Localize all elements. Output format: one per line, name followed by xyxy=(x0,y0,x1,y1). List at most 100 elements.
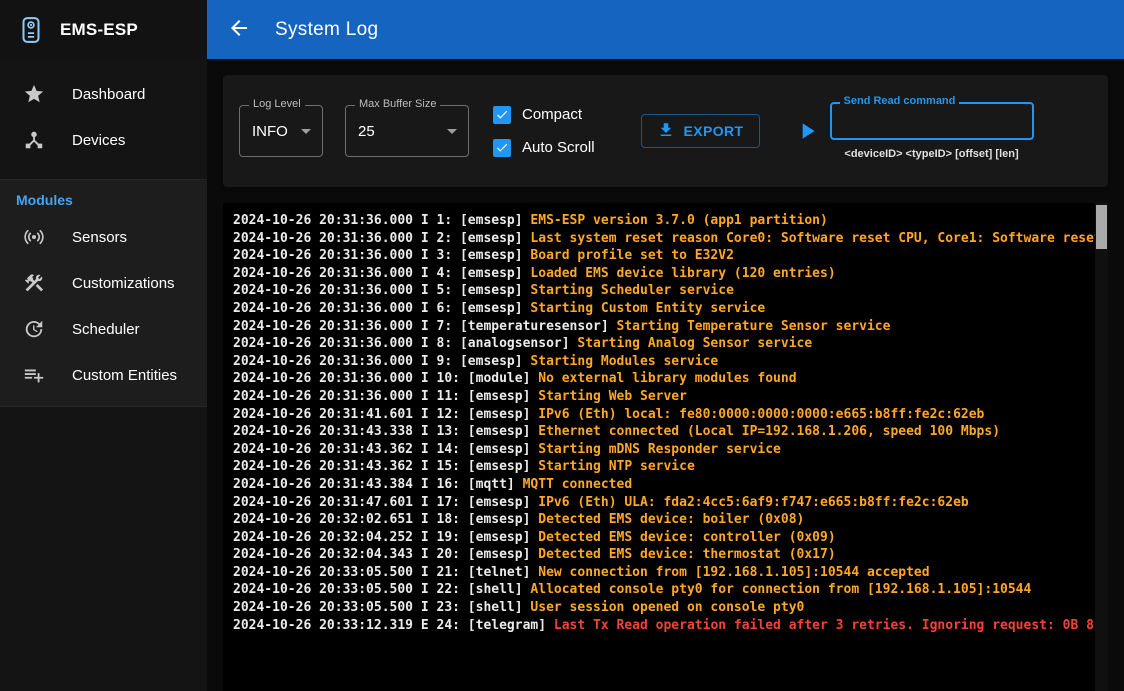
log-message: Ethernet connected (Local IP=192.168.1.2… xyxy=(538,424,1000,439)
log-prefix: 2024-10-26 20:32:04.252 I 19: [emsesp] xyxy=(233,530,538,545)
log-line: 2024-10-26 20:31:41.601 I 12: [emsesp] I… xyxy=(233,406,1090,424)
log-scrollbar[interactable] xyxy=(1095,203,1108,691)
log-message: Last system reset reason Core0: Software… xyxy=(530,231,1108,246)
log-message: IPv6 (Eth) ULA: fda2:4cc5:6af9:f747:e665… xyxy=(538,495,968,510)
log-message: Detected EMS device: controller (0x09) xyxy=(538,530,835,545)
send-command-play-icon[interactable] xyxy=(794,118,820,144)
log-prefix: 2024-10-26 20:33:12.319 E 24: [telegram] xyxy=(233,618,554,633)
log-message: New connection from [192.168.1.105]:1054… xyxy=(538,565,929,580)
max-buffer-size-select[interactable]: Max Buffer Size 25 xyxy=(345,105,469,157)
log-prefix: 2024-10-26 20:33:05.500 I 23: [shell] xyxy=(233,600,530,615)
log-level-label: Log Level xyxy=(249,98,305,110)
log-line: 2024-10-26 20:31:36.000 I 2: [emsesp] La… xyxy=(233,230,1090,248)
log-message: IPv6 (Eth) local: fe80:0000:0000:0000:e6… xyxy=(538,407,984,422)
log-prefix: 2024-10-26 20:31:36.000 I 2: [emsesp] xyxy=(233,231,530,246)
log-line: 2024-10-26 20:31:36.000 I 7: [temperatur… xyxy=(233,318,1090,336)
modules-section: Modules Sensors Customizati xyxy=(0,179,207,407)
log-toolbar: Log Level INFO Max Buffer Size 25 xyxy=(223,75,1108,187)
log-line: 2024-10-26 20:32:04.343 I 20: [emsesp] D… xyxy=(233,546,1090,564)
arrow-back-icon xyxy=(227,16,251,43)
sensors-icon xyxy=(22,225,46,249)
sidebar-item-sensors[interactable]: Sensors xyxy=(0,214,207,260)
log-prefix: 2024-10-26 20:31:36.000 I 7: [temperatur… xyxy=(233,319,617,334)
log-message: Starting Scheduler service xyxy=(530,283,734,298)
export-button[interactable]: EXPORT xyxy=(641,114,760,148)
app-root: EMS-ESP Dashboard Devices Modules xyxy=(0,0,1124,691)
log-line: 2024-10-26 20:33:12.319 E 24: [telegram]… xyxy=(233,617,1090,635)
sidebar-item-customizations[interactable]: Customizations xyxy=(0,260,207,306)
sidebar-header: EMS-ESP xyxy=(0,0,207,59)
sidebar-item-scheduler[interactable]: Scheduler xyxy=(0,306,207,352)
log-line: 2024-10-26 20:31:43.362 I 15: [emsesp] S… xyxy=(233,458,1090,476)
log-line: 2024-10-26 20:31:36.000 I 9: [emsesp] St… xyxy=(233,353,1090,371)
sidebar-item-label: Customizations xyxy=(72,275,175,292)
app-logo-icon xyxy=(16,13,46,47)
download-icon xyxy=(657,121,675,142)
send-read-command-helper: <deviceID> <typeID> [offset] [len] xyxy=(830,148,1034,160)
log-prefix: 2024-10-26 20:31:36.000 I 5: [emsesp] xyxy=(233,283,530,298)
log-scrollbar-thumb[interactable] xyxy=(1096,205,1107,249)
log-line: 2024-10-26 20:31:43.362 I 14: [emsesp] S… xyxy=(233,441,1090,459)
sidebar: EMS-ESP Dashboard Devices Modules xyxy=(0,0,207,691)
log-message: Starting NTP service xyxy=(538,459,695,474)
auto-scroll-checkbox[interactable]: Auto Scroll xyxy=(493,139,595,157)
log-line: 2024-10-26 20:31:43.384 I 16: [mqtt] MQT… xyxy=(233,476,1090,494)
log-message: Starting Analog Sensor service xyxy=(577,336,812,351)
playlist-add-icon xyxy=(22,363,46,387)
log-message: Starting Temperature Sensor service xyxy=(617,319,891,334)
main-column: System Log Log Level INFO Max Buffer Siz… xyxy=(207,0,1124,691)
sidebar-item-label: Sensors xyxy=(72,229,127,246)
log-prefix: 2024-10-26 20:31:43.362 I 15: [emsesp] xyxy=(233,459,538,474)
main-content: Log Level INFO Max Buffer Size 25 xyxy=(207,59,1124,691)
log-line: 2024-10-26 20:32:02.651 I 18: [emsesp] D… xyxy=(233,511,1090,529)
log-level-select[interactable]: Log Level INFO xyxy=(239,105,323,157)
log-line: 2024-10-26 20:31:36.000 I 1: [emsesp] EM… xyxy=(233,212,1090,230)
log-output[interactable]: 2024-10-26 20:31:36.000 I 1: [emsesp] EM… xyxy=(223,203,1108,691)
back-button[interactable] xyxy=(225,16,253,44)
log-prefix: 2024-10-26 20:32:02.651 I 18: [emsesp] xyxy=(233,512,538,527)
log-prefix: 2024-10-26 20:31:36.000 I 11: [emsesp] xyxy=(233,389,538,404)
log-prefix: 2024-10-26 20:32:04.343 I 20: [emsesp] xyxy=(233,547,538,562)
log-message: Detected EMS device: boiler (0x08) xyxy=(538,512,804,527)
log-message: MQTT connected xyxy=(523,477,633,492)
checkbox-checked-icon xyxy=(493,139,511,157)
app-title: EMS-ESP xyxy=(60,20,138,40)
send-read-command-group: Send Read command <deviceID> <typeID> [o… xyxy=(830,102,1034,160)
max-buffer-size-value: 25 xyxy=(358,123,375,140)
log-prefix: 2024-10-26 20:31:43.384 I 16: [mqtt] xyxy=(233,477,523,492)
compact-checkbox[interactable]: Compact xyxy=(493,106,595,124)
log-level-value: INFO xyxy=(252,123,288,140)
log-message: Starting mDNS Responder service xyxy=(538,442,781,457)
send-read-command-field[interactable]: Send Read command xyxy=(830,102,1034,140)
log-message: EMS-ESP version 3.7.0 (app1 partition) xyxy=(530,213,827,228)
log-prefix: 2024-10-26 20:31:41.601 I 12: [emsesp] xyxy=(233,407,538,422)
log-message: User session opened on console pty0 xyxy=(530,600,804,615)
star-icon xyxy=(22,82,46,106)
log-prefix: 2024-10-26 20:31:36.000 I 1: [emsesp] xyxy=(233,213,530,228)
send-read-command-label: Send Read command xyxy=(840,95,960,107)
sidebar-item-dashboard[interactable]: Dashboard xyxy=(0,71,207,117)
checkbox-group: Compact Auto Scroll xyxy=(493,106,595,157)
log-prefix: 2024-10-26 20:31:36.000 I 8: [analogsens… xyxy=(233,336,577,351)
appbar: System Log xyxy=(207,0,1124,59)
sidebar-item-label: Dashboard xyxy=(72,86,145,103)
log-line: 2024-10-26 20:31:36.000 I 8: [analogsens… xyxy=(233,335,1090,353)
sidebar-item-label: Custom Entities xyxy=(72,367,177,384)
log-line: 2024-10-26 20:31:36.000 I 11: [emsesp] S… xyxy=(233,388,1090,406)
log-prefix: 2024-10-26 20:31:47.601 I 17: [emsesp] xyxy=(233,495,538,510)
send-read-command-input[interactable] xyxy=(842,113,1022,129)
log-prefix: 2024-10-26 20:31:36.000 I 6: [emsesp] xyxy=(233,301,530,316)
log-prefix: 2024-10-26 20:31:43.362 I 14: [emsesp] xyxy=(233,442,538,457)
auto-scroll-label: Auto Scroll xyxy=(522,139,595,156)
log-message: Starting Web Server xyxy=(538,389,687,404)
log-prefix: 2024-10-26 20:33:05.500 I 21: [telnet] xyxy=(233,565,538,580)
sidebar-item-custom-entities[interactable]: Custom Entities xyxy=(0,352,207,398)
device-hub-icon xyxy=(22,128,46,152)
log-line: 2024-10-26 20:31:43.338 I 13: [emsesp] E… xyxy=(233,423,1090,441)
sidebar-item-devices[interactable]: Devices xyxy=(0,117,207,163)
log-message: Allocated console pty0 for connection fr… xyxy=(530,582,1031,597)
log-line: 2024-10-26 20:31:36.000 I 4: [emsesp] Lo… xyxy=(233,265,1090,283)
log-line: 2024-10-26 20:31:36.000 I 5: [emsesp] St… xyxy=(233,282,1090,300)
log-line: 2024-10-26 20:32:04.252 I 19: [emsesp] D… xyxy=(233,529,1090,547)
sidebar-item-label: Devices xyxy=(72,132,125,149)
